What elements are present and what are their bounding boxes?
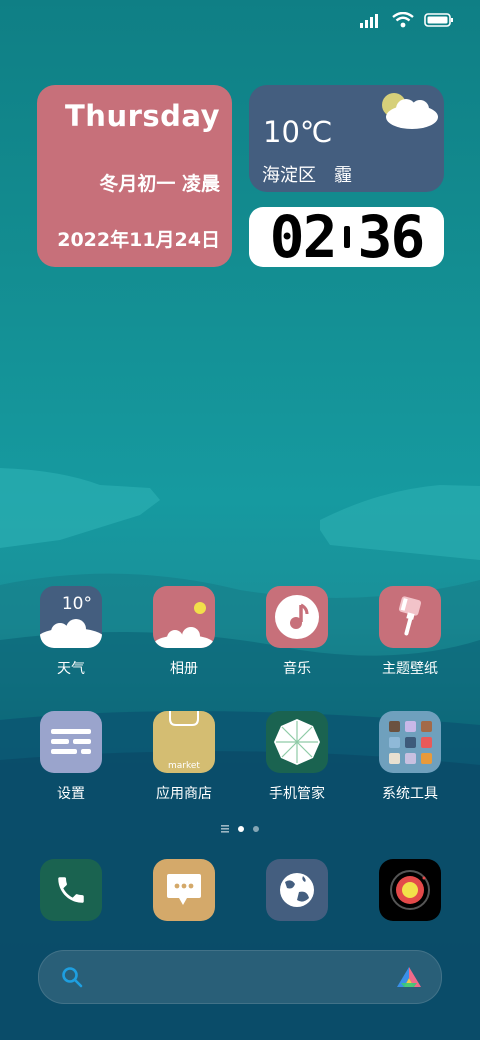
app-security[interactable]: 手机管家 [247, 711, 347, 803]
settings-icon [40, 711, 102, 773]
clock-widget[interactable]: 02 36 [249, 203, 444, 271]
security-icon [266, 711, 328, 773]
status-bar [360, 12, 454, 28]
list-view-icon [221, 825, 229, 833]
battery-icon [424, 13, 453, 27]
app-label: 手机管家 [269, 786, 325, 802]
search-icon [62, 967, 83, 988]
market-label: market [168, 761, 200, 771]
app-gallery[interactable]: 相册 [134, 586, 234, 678]
app-weather[interactable]: 10° 天气 [21, 586, 121, 678]
signal-icon [360, 14, 378, 28]
app-label: 相册 [170, 661, 198, 677]
page-dot [253, 826, 259, 832]
weather-icon: 10° [40, 586, 102, 648]
camera-icon[interactable] [379, 859, 441, 921]
assistant-icon[interactable] [395, 965, 423, 989]
theme-icon [379, 586, 441, 648]
search-bar[interactable] [38, 950, 442, 1004]
clock-separator [343, 226, 350, 248]
gallery-icon [153, 586, 215, 648]
weather-location: 海淀区 [262, 165, 316, 186]
app-store[interactable]: market 应用商店 [134, 711, 234, 803]
full-date-label: 2022年11月24日 [57, 229, 220, 251]
app-store-icon: market [153, 711, 215, 773]
app-settings[interactable]: 设置 [21, 711, 121, 803]
app-label: 设置 [57, 786, 85, 802]
page-indicator[interactable] [0, 825, 480, 833]
lunar-date-label: 冬月初一 凌晨 [99, 173, 220, 195]
weather-widget[interactable]: 10℃ 海淀区 霾 [249, 85, 444, 192]
weather-temperature: 10℃ [263, 115, 333, 149]
wifi-icon [392, 12, 414, 28]
tools-folder-icon [379, 711, 441, 773]
page-dot-current [238, 826, 244, 832]
weekday-label: Thursday [65, 99, 220, 133]
app-label: 音乐 [283, 661, 311, 677]
partly-cloudy-icon [382, 93, 438, 129]
messages-icon[interactable] [153, 859, 215, 921]
clock-minutes: 36 [357, 203, 426, 271]
weather-condition: 霾 [334, 165, 352, 186]
app-theme[interactable]: 主题壁纸 [360, 586, 460, 678]
clock-hours: 02 [269, 203, 338, 271]
app-tools-folder[interactable]: 系统工具 [360, 711, 460, 803]
browser-icon[interactable] [266, 859, 328, 921]
app-label: 系统工具 [382, 786, 438, 802]
app-label: 天气 [57, 661, 85, 677]
phone-icon[interactable] [40, 859, 102, 921]
app-label: 应用商店 [156, 786, 212, 802]
date-widget[interactable]: Thursday 冬月初一 凌晨 2022年11月24日 [37, 85, 232, 267]
app-music[interactable]: 音乐 [247, 586, 347, 678]
music-icon [266, 586, 328, 648]
app-label: 主题壁纸 [382, 661, 438, 677]
